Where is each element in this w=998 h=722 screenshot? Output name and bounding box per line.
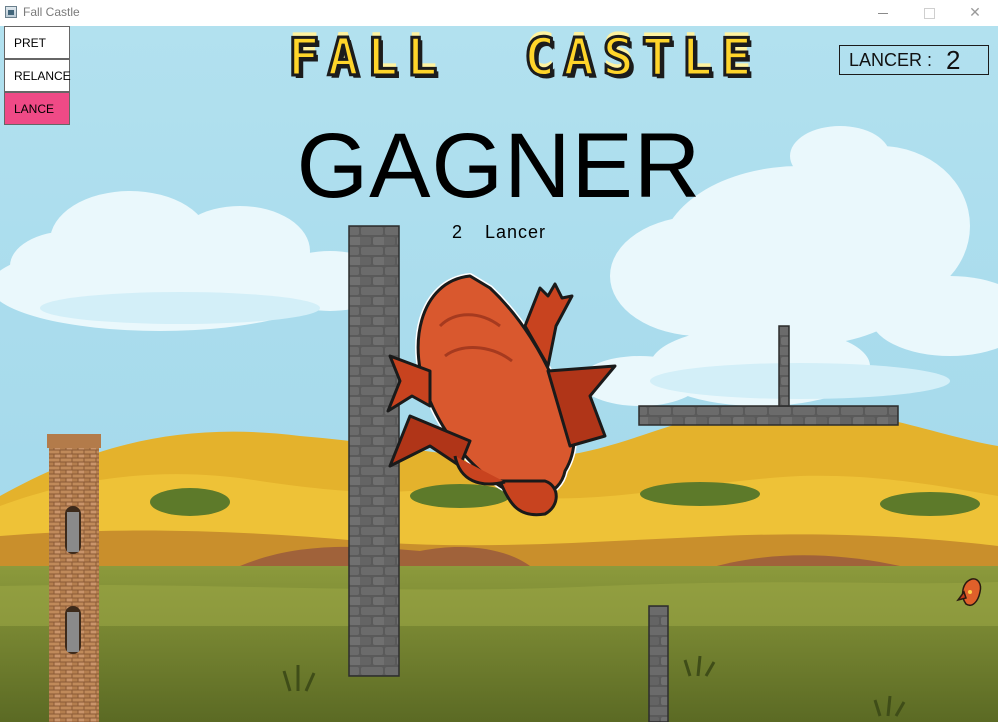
stone-post-small: [778, 325, 790, 407]
minimize-icon: [878, 12, 888, 14]
throw-counter: LANCER : 2: [839, 45, 989, 75]
game-scene: PRET RELANCE LANCE FALL CASTLE LANCER : …: [0, 26, 998, 722]
brick-tower: [47, 434, 101, 722]
counter-label: LANCER :: [849, 49, 933, 70]
stone-pillar-short: [648, 605, 669, 722]
stone-plank-floating: [638, 405, 899, 426]
throws-summary: 2 Lancer: [0, 222, 998, 243]
app-icon: [5, 6, 17, 18]
maximize-button[interactable]: [906, 0, 952, 26]
window-titlebar: Fall Castle ✕: [0, 0, 998, 27]
stone-pillar-tall: [348, 225, 400, 677]
throws-count: 2: [451, 222, 463, 242]
throws-label: Lancer: [484, 222, 547, 242]
close-icon: ✕: [969, 5, 981, 21]
window-title: Fall Castle: [23, 5, 80, 19]
close-button[interactable]: ✕: [952, 0, 998, 26]
maximize-icon: [923, 7, 935, 19]
minimize-button[interactable]: [860, 0, 906, 26]
result-text: GAGNER: [296, 115, 702, 217]
counter-value: 2: [946, 44, 961, 75]
